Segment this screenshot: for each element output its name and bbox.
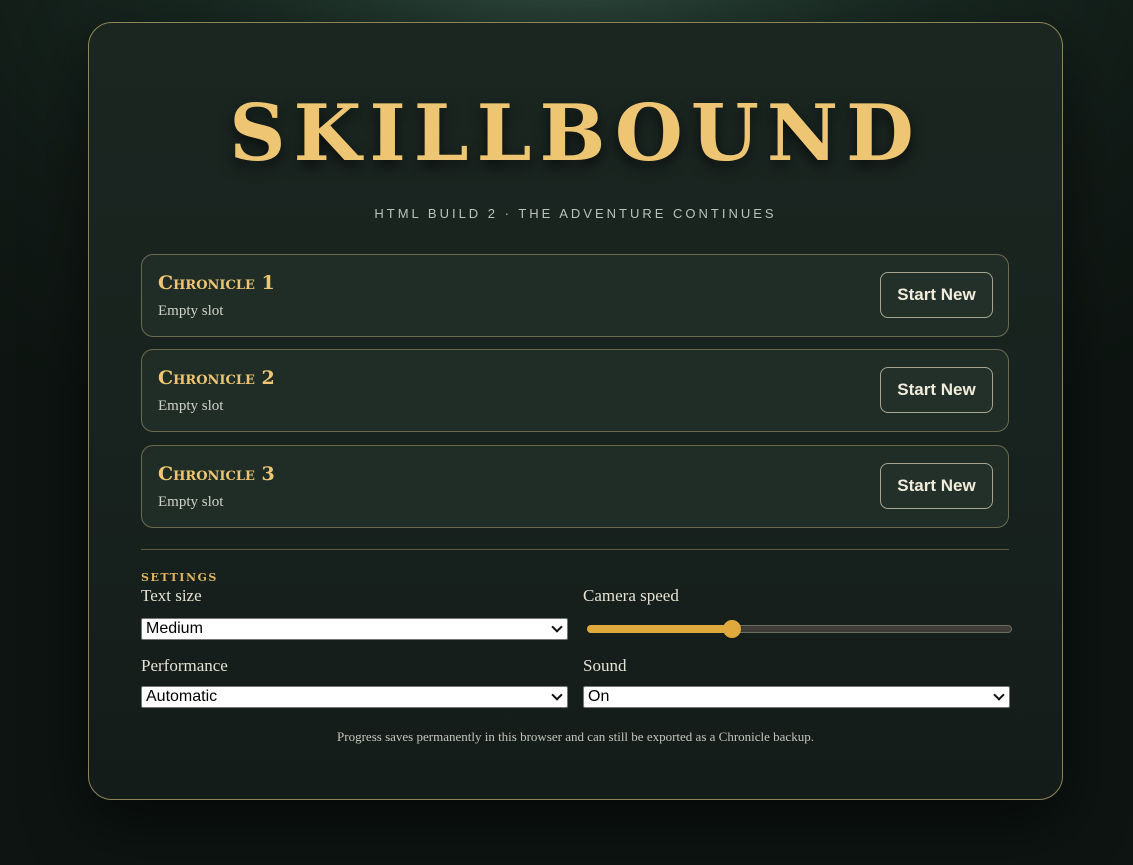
- slot-name: Chronicle 2: [158, 367, 275, 389]
- save-slot-3: Chronicle 3 Empty slot Start New: [141, 445, 1009, 528]
- chevron-down-icon: [551, 689, 563, 701]
- text-size-select[interactable]: Medium: [141, 618, 568, 640]
- text-size-label: Text size: [141, 586, 202, 605]
- start-new-button-2[interactable]: Start New: [880, 367, 993, 413]
- camera-speed-slider[interactable]: [587, 620, 1012, 638]
- main-menu-panel: SKILLBOUND HTML BUILD 2 · THE ADVENTURE …: [88, 22, 1063, 800]
- game-title: SKILLBOUND: [229, 88, 922, 179]
- slider-thumb[interactable]: [723, 620, 741, 638]
- text-size-value: Medium: [146, 620, 203, 637]
- save-slot-2: Chronicle 2 Empty slot Start New: [141, 349, 1009, 432]
- slot-status: Empty slot: [158, 398, 224, 414]
- performance-value: Automatic: [146, 688, 218, 705]
- chevron-down-icon: [551, 621, 563, 633]
- sound-label: Sound: [583, 656, 627, 675]
- save-slot-1: Chronicle 1 Empty slot Start New: [141, 254, 1009, 337]
- start-new-button-1[interactable]: Start New: [880, 272, 993, 318]
- save-info-note: Progress saves permanently in this brows…: [337, 729, 814, 744]
- chevron-down-icon: [993, 689, 1005, 701]
- camera-speed-label: Camera speed: [583, 586, 679, 605]
- slot-status: Empty slot: [158, 303, 224, 319]
- sound-value: On: [588, 688, 610, 705]
- slider-fill: [587, 625, 732, 633]
- sound-select[interactable]: On: [583, 686, 1010, 708]
- settings-divider: [141, 549, 1009, 550]
- slot-name: Chronicle 1: [158, 272, 275, 294]
- slot-status: Empty slot: [158, 494, 224, 510]
- game-subtitle: HTML BUILD 2 · THE ADVENTURE CONTINUES: [374, 206, 777, 221]
- performance-label: Performance: [141, 656, 228, 675]
- performance-select[interactable]: Automatic: [141, 686, 568, 708]
- slot-name: Chronicle 3: [158, 463, 275, 485]
- start-new-button-3[interactable]: Start New: [880, 463, 993, 509]
- settings-heading: SETTINGS: [141, 571, 218, 584]
